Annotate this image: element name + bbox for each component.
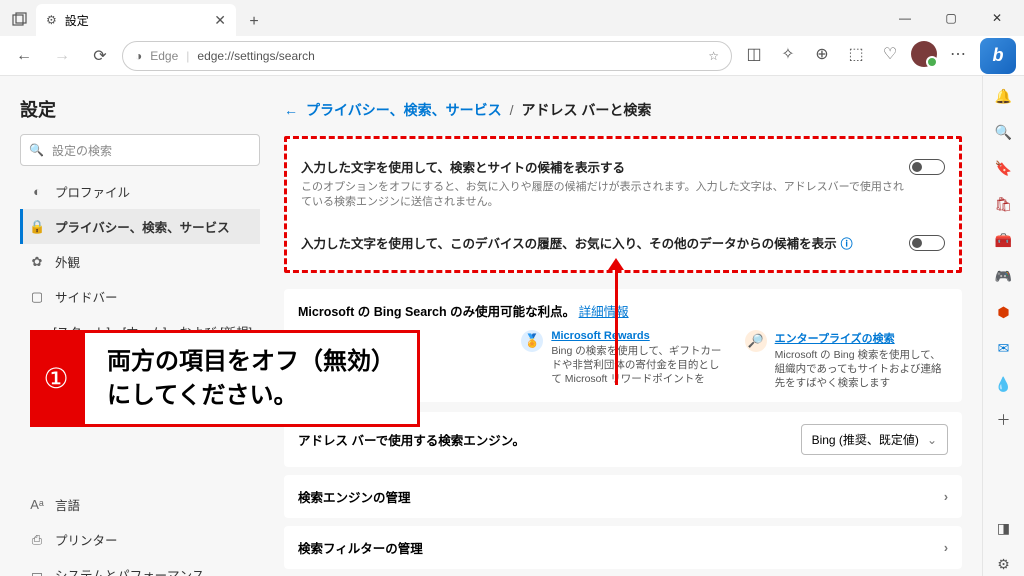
browser-tab[interactable]: ⚙ 設定 ✕	[36, 4, 236, 36]
performance-icon[interactable]: ♡	[874, 38, 906, 70]
annotation-arrow	[615, 265, 618, 385]
extensions-icon[interactable]: ⬚	[840, 38, 872, 70]
right-sidebar: 🔔 🔍 🔖 🛍 🧰 🎮 ⬢ ✉ 💧 ＋ ◨ ⚙	[982, 76, 1024, 576]
chevron-right-icon: ›	[944, 541, 948, 555]
toggle-history-suggestions[interactable]	[909, 235, 945, 251]
toggle-search-suggestions[interactable]	[909, 159, 945, 175]
nav-language[interactable]: Aᵃ言語	[20, 487, 260, 522]
favorite-star-icon[interactable]: ☆	[708, 49, 719, 63]
nav-privacy[interactable]: 🔒プライバシー、検索、サービス	[20, 209, 260, 244]
sidebar-tag-icon[interactable]: 🔖	[992, 156, 1016, 180]
refresh-button[interactable]: ⟳	[84, 40, 116, 72]
annotation-arrow-head	[608, 258, 624, 270]
bing-sidebar-button[interactable]: b	[980, 38, 1016, 74]
manage-search-filters[interactable]: 検索フィルターの管理 ›	[284, 526, 962, 569]
forward-button: →	[46, 40, 78, 72]
sidebar-drop-icon[interactable]: 💧	[992, 372, 1016, 396]
sidebar-add-icon[interactable]: ＋	[992, 408, 1016, 432]
search-engine-dropdown[interactable]: Bing (推奨、既定値) ⌄	[801, 424, 948, 455]
bing-card-rewards[interactable]: 🏅 Microsoft RewardsBing の検索を使用して、ギフトカードや…	[521, 330, 724, 391]
address-bar[interactable]: ◑ Edge | edge://settings/search ☆	[122, 41, 732, 71]
manage-search-engines[interactable]: 検索エンジンの管理 ›	[284, 475, 962, 518]
reading-list-icon[interactable]: ◫	[738, 38, 770, 70]
enterprise-icon: 🔎	[745, 330, 767, 352]
favorites-icon[interactable]: ✧	[772, 38, 804, 70]
sidebar-settings-icon[interactable]: ⚙	[992, 552, 1016, 576]
bing-card-enterprise[interactable]: 🔎 エンタープライズの検索Microsoft の Bing 検索を使用して、組織…	[745, 330, 948, 391]
breadcrumb-back-icon[interactable]: ←	[284, 102, 298, 118]
sidebar-tools-icon[interactable]: 🧰	[992, 228, 1016, 252]
nav-hidden-3[interactable]	[20, 459, 260, 487]
sidebar-bell-icon[interactable]: 🔔	[992, 84, 1016, 108]
collections-icon[interactable]: ⊕	[806, 38, 838, 70]
tabs-overview-button[interactable]	[4, 4, 36, 36]
minimize-button[interactable]: —	[882, 2, 928, 34]
rewards-icon: 🏅	[521, 330, 543, 352]
sidebar-games-icon[interactable]: 🎮	[992, 264, 1016, 288]
tab-title: 設定	[65, 12, 89, 29]
breadcrumb: ← プライバシー、検索、サービス / アドレス バーと検索	[284, 100, 962, 120]
bing-icon: b	[993, 45, 1004, 66]
setting-history-suggestions: 入力した文字を使用して、このデバイスの履歴、お気に入り、その他のデータからの候補…	[301, 227, 945, 258]
nav-profile[interactable]: ◐プロファイル	[20, 174, 260, 209]
edge-label: Edge	[150, 49, 178, 63]
callout-text: 両方の項目をオフ（無効） にしてください。	[82, 330, 420, 427]
bing-more-info-link[interactable]: 詳細情報	[579, 305, 629, 319]
info-icon[interactable]: ⓘ	[841, 237, 853, 251]
search-placeholder: 設定の検索	[52, 142, 112, 159]
close-tab-icon[interactable]: ✕	[214, 12, 226, 29]
profile-button[interactable]	[908, 38, 940, 70]
url-text: edge://settings/search	[197, 49, 314, 63]
sidebar-office-icon[interactable]: ⬢	[992, 300, 1016, 324]
nav-system[interactable]: ▭システムとパフォーマンス	[20, 557, 260, 576]
close-window-button[interactable]: ✕	[974, 2, 1020, 34]
chevron-down-icon: ⌄	[927, 433, 937, 447]
breadcrumb-link[interactable]: プライバシー、検索、サービス	[306, 100, 502, 120]
sidebar-collapse-icon[interactable]: ◨	[992, 516, 1016, 540]
setting-search-suggestions: 入力した文字を使用して、検索とサイトの候補を表示する このオプションをオフにする…	[301, 151, 945, 217]
settings-search-input[interactable]: 🔍 設定の検索	[20, 134, 260, 166]
nav-hidden-2[interactable]	[20, 431, 260, 459]
edge-logo-icon: ◑	[135, 49, 142, 63]
back-button[interactable]: ←	[8, 40, 40, 72]
sidebar-search-icon[interactable]: 🔍	[992, 120, 1016, 144]
annotation-callout: ① 両方の項目をオフ（無効） にしてください。	[30, 330, 420, 427]
callout-number: ①	[30, 330, 82, 427]
maximize-button[interactable]: ▢	[928, 2, 974, 34]
gear-icon: ⚙	[46, 13, 57, 27]
sidebar-outlook-icon[interactable]: ✉	[992, 336, 1016, 360]
highlighted-settings-box: 入力した文字を使用して、検索とサイトの候補を表示する このオプションをオフにする…	[284, 136, 962, 273]
nav-printer[interactable]: ⎙プリンター	[20, 522, 260, 557]
sidebar-shopping-icon[interactable]: 🛍	[992, 192, 1016, 216]
breadcrumb-current: アドレス バーと検索	[521, 100, 651, 120]
new-tab-button[interactable]: +	[240, 8, 268, 36]
chevron-right-icon: ›	[944, 490, 948, 504]
menu-button[interactable]: ⋯	[942, 38, 974, 70]
nav-appearance[interactable]: ✿外観	[20, 244, 260, 279]
nav-sidebar[interactable]: ▢サイドバー	[20, 279, 260, 314]
settings-title: 設定	[20, 96, 260, 122]
search-icon: 🔍	[29, 143, 44, 157]
